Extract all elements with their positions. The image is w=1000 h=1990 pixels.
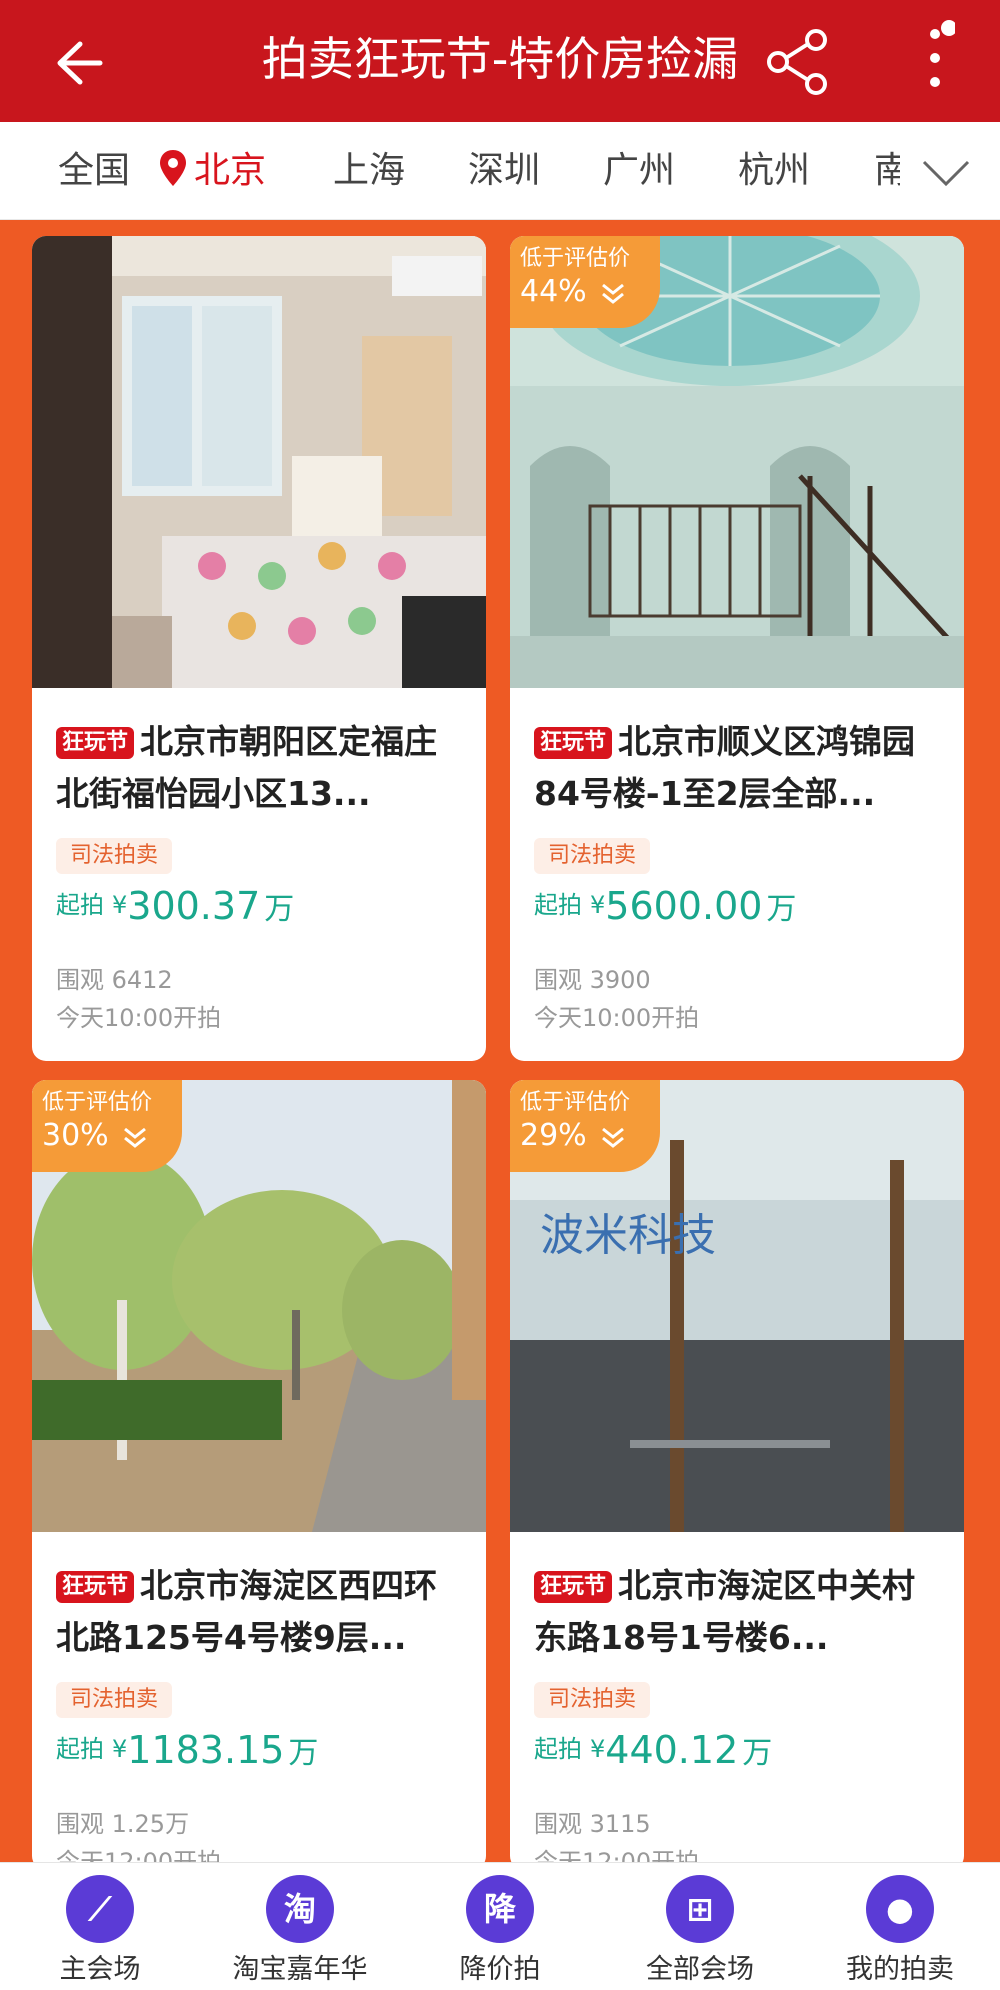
festival-badge: 狂玩节 — [56, 1571, 135, 1603]
city-filter-bar: 全国 北京 上海 深圳 广州 杭州 南 — [0, 122, 1000, 220]
start-time: 今天10:00开拍 — [56, 1004, 222, 1032]
auction-type-tag: 司法拍卖 — [56, 1682, 173, 1718]
nav-taobao-carnival[interactable]: 淘 淘宝嘉年华 — [200, 1863, 400, 1990]
nav-price-drop[interactable]: 降 降价拍 — [400, 1863, 600, 1990]
listing-card[interactable]: 狂玩节 北京市朝阳区定福庄北街福怡园小区13... 司法拍卖 起拍 ¥300.37 万… — [32, 236, 486, 1061]
discount-ribbon: 低于评估价 44% — [510, 236, 660, 328]
price-value: 1183.15 — [127, 1728, 285, 1772]
nav-label: 全部会场 — [646, 1954, 754, 1985]
photo-sign-text: 波米科技 — [540, 1210, 716, 1261]
nav-my-auctions[interactable]: ● 我的拍卖 — [800, 1863, 1000, 1990]
user-icon: ● — [866, 1875, 934, 1943]
price-label: 起拍 — [56, 891, 104, 919]
listing-card[interactable]: 低于评估价 44% 狂玩节 北京市顺义区鸿锦园84号楼-1至2层全部... 司法拍… — [510, 236, 964, 1061]
city-tab-shenzhen[interactable]: 深圳 — [468, 122, 540, 220]
currency-symbol: ¥ — [112, 891, 128, 919]
down-arrow-icon — [602, 283, 624, 304]
page-title: 拍卖狂玩节-特价房捡漏 — [261, 32, 739, 86]
currency-symbol: ¥ — [590, 1735, 606, 1763]
nav-main-venue[interactable]: ⟋ 主会场 — [0, 1863, 200, 1990]
auction-type-tag: 司法拍卖 — [56, 838, 173, 874]
starting-price: 起拍 ¥5600.00 万 — [534, 884, 796, 944]
listing-card[interactable]: 波米科技 低于评估价 29% 狂玩节 北京市海淀区中关村东路18号1号楼6... … — [510, 1080, 964, 1870]
nav-label: 我的拍卖 — [846, 1954, 954, 1985]
nav-label: 主会场 — [59, 1954, 141, 1985]
city-tab-label: 北京 — [194, 150, 267, 191]
bottom-nav: ⟋ 主会场 淘 淘宝嘉年华 降 降价拍 ⊞ 全部会场 ● 我的拍卖 — [0, 1862, 1000, 1990]
grid-icon: ⊞ — [666, 1875, 734, 1943]
app-header: 拍卖狂玩节-特价房捡漏 — [0, 0, 1000, 122]
starting-price: 起拍 ¥300.37 万 — [56, 884, 294, 944]
back-arrow-icon[interactable] — [40, 28, 110, 98]
city-tab-beijing[interactable]: 北京 — [158, 122, 266, 220]
price-value: 5600.00 — [605, 884, 763, 928]
listing-title[interactable]: 狂玩节 北京市朝阳区定福庄北街福怡园小区13... — [56, 716, 466, 820]
down-arrow-icon — [124, 1127, 146, 1148]
view-count: 围观 3900 — [534, 966, 651, 994]
starting-price: 起拍 ¥440.12 万 — [534, 1728, 772, 1788]
price-unit: 万 — [766, 892, 797, 927]
location-pin-icon — [160, 150, 186, 186]
price-value: 440.12 — [605, 1728, 739, 1772]
listing-title[interactable]: 狂玩节 北京市海淀区西四环北路125号4号楼9层... — [56, 1560, 466, 1664]
discount-label: 低于评估价 — [520, 1090, 631, 1115]
price-label: 起拍 — [534, 891, 582, 919]
festival-badge: 狂玩节 — [56, 727, 135, 759]
nav-all-venues[interactable]: ⊞ 全部会场 — [600, 1863, 800, 1990]
price-label: 起拍 — [56, 1735, 104, 1763]
discount-value: 29% — [520, 1118, 587, 1153]
taobao-icon: 淘 — [266, 1875, 334, 1943]
festival-badge: 狂玩节 — [534, 727, 613, 759]
share-icon[interactable] — [760, 24, 840, 100]
city-tab-guangzhou[interactable]: 广州 — [603, 122, 675, 220]
view-count: 围观 3115 — [534, 1810, 651, 1838]
discount-value: 44% — [520, 274, 587, 309]
nav-label: 淘宝嘉年华 — [232, 1954, 368, 1985]
listing-card[interactable]: 低于评估价 30% 狂玩节 北京市海淀区西四环北路125号4号楼9层... 司法拍… — [32, 1080, 486, 1870]
currency-symbol: ¥ — [590, 891, 606, 919]
starting-price: 起拍 ¥1183.15 万 — [56, 1728, 318, 1788]
discount-ribbon: 低于评估价 30% — [32, 1080, 182, 1172]
nav-label: 降价拍 — [459, 1954, 541, 1985]
view-count: 围观 6412 — [56, 966, 173, 994]
price-unit: 万 — [742, 1736, 773, 1771]
city-tabs: 全国 北京 上海 深圳 广州 杭州 南 — [58, 122, 900, 220]
price-value: 300.37 — [127, 884, 261, 928]
discount-label: 低于评估价 — [42, 1090, 153, 1115]
view-count: 围观 1.25万 — [56, 1810, 190, 1838]
auction-type-tag: 司法拍卖 — [534, 838, 651, 874]
currency-symbol: ¥ — [112, 1735, 128, 1763]
discount-label: 低于评估价 — [520, 246, 631, 271]
down-arrow-icon — [602, 1127, 624, 1148]
more-vertical-icon[interactable] — [915, 20, 955, 100]
listing-title[interactable]: 狂玩节 北京市海淀区中关村东路18号1号楼6... — [534, 1560, 944, 1664]
price-unit: 万 — [288, 1736, 319, 1771]
main-venue-icon: ⟋ — [66, 1875, 134, 1943]
listing-photo — [32, 236, 486, 688]
festival-badge: 狂玩节 — [534, 1571, 613, 1603]
price-unit: 万 — [264, 892, 295, 927]
city-tab-hangzhou[interactable]: 杭州 — [738, 122, 810, 220]
chevron-down-icon[interactable] — [918, 144, 974, 200]
bedroom-photo — [32, 236, 486, 688]
city-tab-national[interactable]: 全国 — [58, 122, 130, 220]
city-tab-partial[interactable]: 南 — [874, 122, 900, 220]
discount-ribbon: 低于评估价 29% — [510, 1080, 660, 1172]
discount-value: 30% — [42, 1118, 109, 1153]
city-tab-shanghai[interactable]: 上海 — [333, 122, 405, 220]
auction-type-tag: 司法拍卖 — [534, 1682, 651, 1718]
price-label: 起拍 — [534, 1735, 582, 1763]
price-drop-icon: 降 — [466, 1875, 534, 1943]
start-time: 今天10:00开拍 — [534, 1004, 700, 1032]
listing-title[interactable]: 狂玩节 北京市顺义区鸿锦园84号楼-1至2层全部... — [534, 716, 944, 820]
